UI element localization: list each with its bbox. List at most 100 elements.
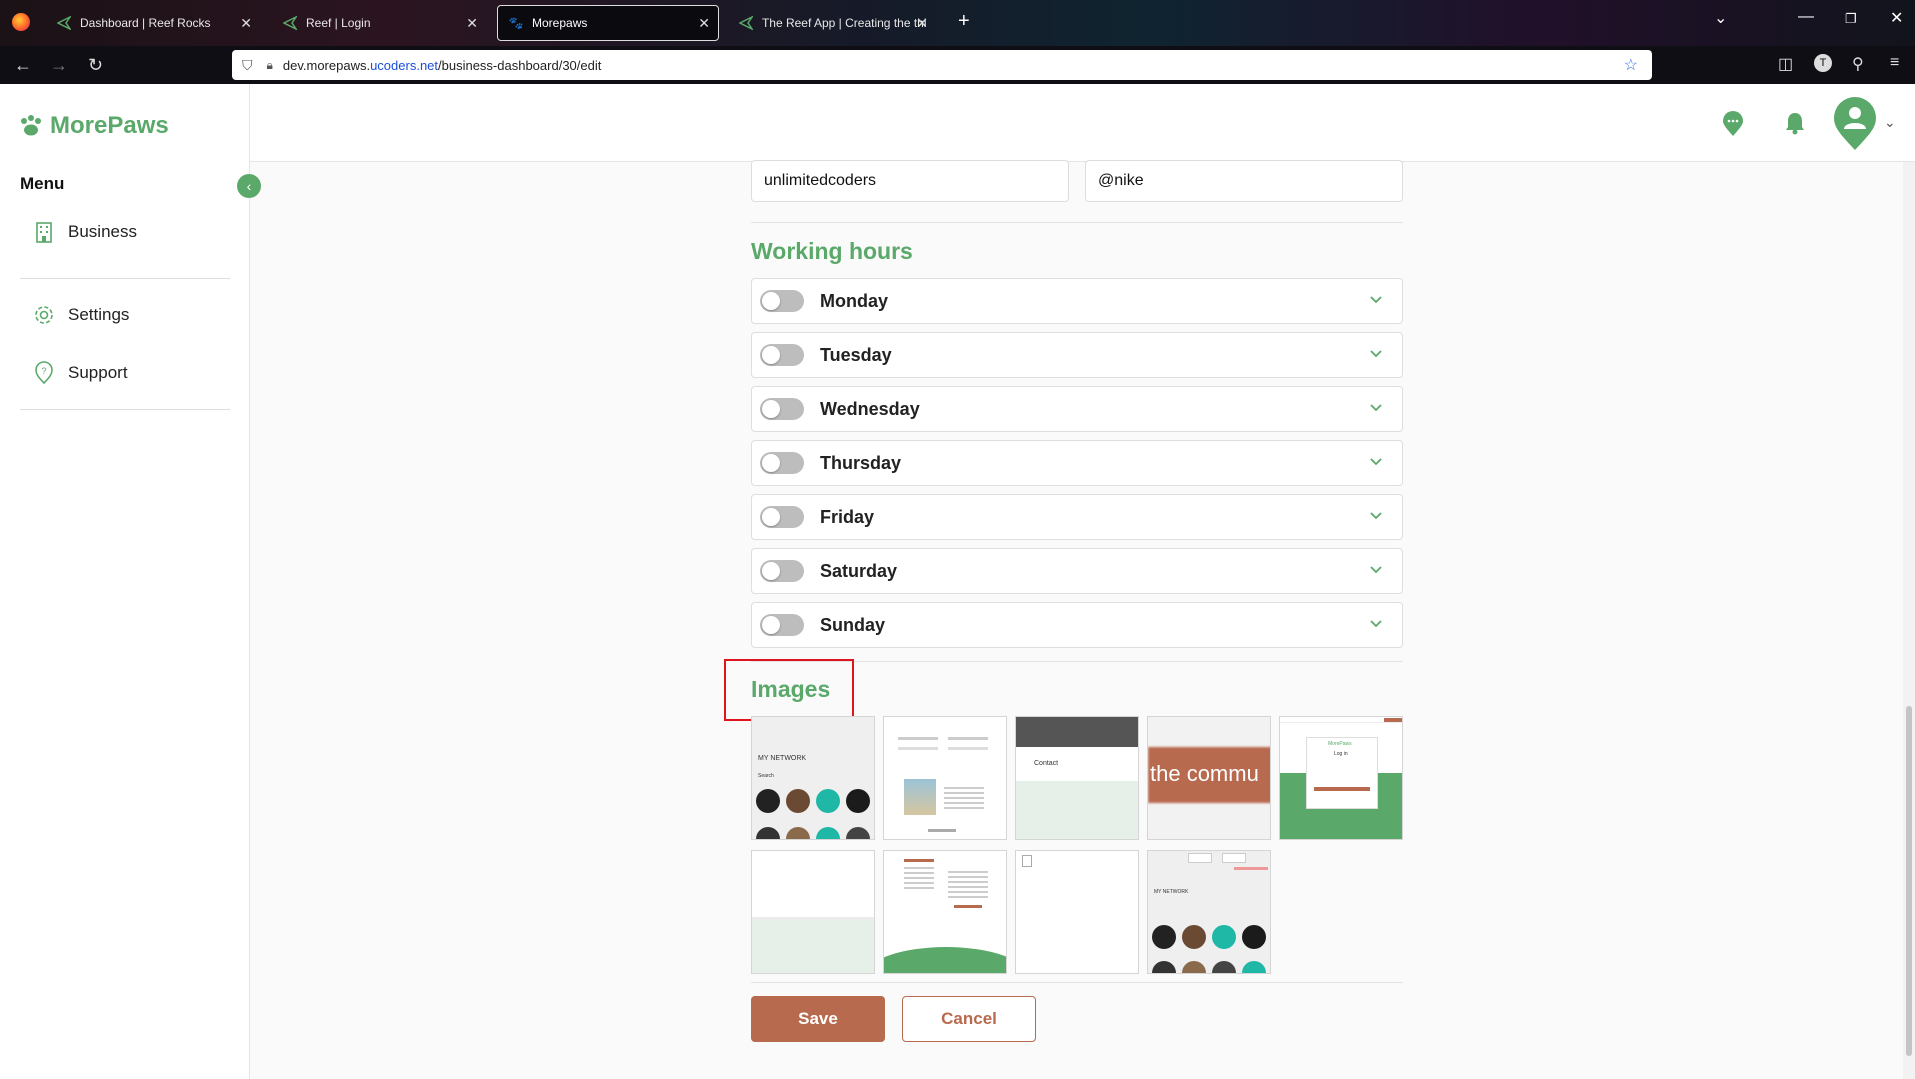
collapse-sidebar-button[interactable]: ‹ xyxy=(237,174,261,198)
morepaws-logo[interactable]: MorePaws xyxy=(18,112,169,140)
chevron-down-icon[interactable] xyxy=(1370,400,1382,412)
close-icon[interactable]: ✕ xyxy=(240,15,252,32)
cancel-button[interactable]: Cancel xyxy=(902,996,1036,1042)
day-toggle[interactable] xyxy=(760,452,804,474)
avatar xyxy=(1152,961,1176,973)
thumb-caption: MY NETWORK xyxy=(758,755,807,762)
new-tab-button[interactable]: + xyxy=(958,10,970,33)
chevron-down-icon[interactable]: ⌄ xyxy=(1884,114,1896,131)
chevron-down-icon[interactable] xyxy=(1370,616,1382,628)
day-row-wednesday[interactable]: Wednesday xyxy=(751,386,1403,432)
reef-icon xyxy=(738,15,754,31)
thumb-caption: MorePaws xyxy=(1328,741,1352,747)
thumb-caption: the commu xyxy=(1150,761,1259,786)
social-handle-field[interactable]: unlimitedcoders xyxy=(751,160,1069,202)
close-icon[interactable]: ✕ xyxy=(916,15,928,32)
user-avatar-icon[interactable] xyxy=(1833,97,1877,156)
menu-title: Menu xyxy=(20,174,65,193)
image-thumbnail[interactable]: Contact xyxy=(1015,716,1139,840)
bell-icon[interactable] xyxy=(1784,111,1806,140)
day-toggle[interactable] xyxy=(760,344,804,366)
bookmark-star-icon[interactable]: ☆ xyxy=(1624,55,1638,75)
working-hours-title: Working hours xyxy=(751,238,913,264)
image-thumbnail[interactable]: the commu xyxy=(1147,716,1271,840)
highlight-box xyxy=(724,659,854,721)
tab-morepaws[interactable]: 🐾 Morepaws ✕ xyxy=(497,5,719,41)
reef-icon xyxy=(282,15,298,31)
day-row-thursday[interactable]: Thursday xyxy=(751,440,1403,486)
close-window-icon[interactable]: ✕ xyxy=(1890,8,1903,28)
location-chat-icon[interactable] xyxy=(1722,111,1744,142)
close-icon[interactable]: ✕ xyxy=(466,15,478,32)
menu-icon[interactable]: ≡ xyxy=(1890,54,1899,72)
sidebar-divider xyxy=(20,278,230,279)
day-row-saturday[interactable]: Saturday xyxy=(751,548,1403,594)
day-toggle[interactable] xyxy=(760,560,804,582)
scrollbar-thumb[interactable] xyxy=(1906,706,1912,1056)
extensions-icon[interactable]: ⚲ xyxy=(1852,54,1864,74)
avatar xyxy=(1242,925,1266,949)
avatar xyxy=(816,827,840,839)
tab-reef-app[interactable]: The Reef App | Creating the thi ✕ xyxy=(728,5,936,41)
avatar xyxy=(786,827,810,839)
section-divider xyxy=(751,222,1403,223)
avatar xyxy=(846,789,870,813)
image-thumbnail[interactable]: MY NETWORK xyxy=(1147,850,1271,974)
forward-icon[interactable]: → xyxy=(50,55,68,76)
account-icon[interactable]: T xyxy=(1814,54,1832,72)
chevron-down-icon[interactable] xyxy=(1370,346,1382,358)
day-label: Saturday xyxy=(820,560,898,581)
avatar xyxy=(846,827,870,839)
avatar xyxy=(1182,961,1206,973)
sidebar-divider xyxy=(20,409,230,410)
avatar xyxy=(1152,925,1176,949)
day-toggle[interactable] xyxy=(760,506,804,528)
day-label: Thursday xyxy=(820,452,902,473)
firefox-icon[interactable] xyxy=(12,13,30,31)
back-icon[interactable]: ← xyxy=(14,55,32,76)
image-thumbnail[interactable]: MorePaws Log in xyxy=(1279,716,1403,840)
sidebar-item-business[interactable]: Business xyxy=(32,220,137,244)
day-row-monday[interactable]: Monday xyxy=(751,278,1403,324)
chevron-down-icon[interactable] xyxy=(1370,454,1382,466)
sidebar-item-support[interactable]: ? Support xyxy=(32,361,128,385)
close-icon[interactable]: ✕ xyxy=(698,15,710,32)
tab-title: The Reef App | Creating the thi xyxy=(761,16,926,30)
image-thumbnail[interactable] xyxy=(751,850,875,974)
broken-image-icon xyxy=(1022,855,1032,867)
reload-icon[interactable]: ↻ xyxy=(88,55,103,76)
tab-reef-login[interactable]: Reef | Login ✕ xyxy=(272,5,486,41)
tab-list-chevron-icon[interactable]: ⌄ xyxy=(1714,8,1727,28)
day-row-friday[interactable]: Friday xyxy=(751,494,1403,540)
save-button[interactable]: Save xyxy=(751,996,885,1042)
social-handle-field[interactable]: @nike xyxy=(1085,160,1403,202)
day-label: Monday xyxy=(820,290,889,311)
day-row-tuesday[interactable]: Tuesday xyxy=(751,332,1403,378)
sidebar-item-settings[interactable]: Settings xyxy=(32,303,129,327)
minimize-icon[interactable]: — xyxy=(1798,8,1814,26)
thumb-caption: MY NETWORK xyxy=(1154,889,1189,895)
day-label: Friday xyxy=(820,506,875,527)
sidebar-item-label: Business xyxy=(68,222,137,241)
url-bar[interactable]: ⛉ 🔒︎ dev.morepaws.ucoders.net/business-d… xyxy=(232,50,1652,80)
chevron-down-icon[interactable] xyxy=(1370,508,1382,520)
shield-icon[interactable]: ⛉ xyxy=(242,57,253,74)
lock-icon[interactable]: 🔒︎ xyxy=(267,58,273,73)
chevron-down-icon[interactable] xyxy=(1370,562,1382,574)
day-row-sunday[interactable]: Sunday xyxy=(751,602,1403,648)
tab-dashboard-reef[interactable]: Dashboard | Reef Rocks ✕ xyxy=(46,5,260,41)
image-thumbnail[interactable]: MY NETWORK Search xyxy=(751,716,875,840)
image-thumbnail[interactable] xyxy=(883,850,1007,974)
image-thumbnail[interactable] xyxy=(883,716,1007,840)
chevron-down-icon[interactable] xyxy=(1370,292,1382,304)
day-toggle[interactable] xyxy=(760,290,804,312)
image-thumbnail[interactable] xyxy=(1015,850,1139,974)
day-toggle[interactable] xyxy=(760,398,804,420)
pocket-icon[interactable]: ◫ xyxy=(1778,54,1793,74)
sidebar-item-label: Settings xyxy=(68,305,130,324)
chevron-left-icon: ‹ xyxy=(246,178,252,194)
restore-icon[interactable]: ❐ xyxy=(1845,11,1857,27)
day-toggle[interactable] xyxy=(760,614,804,636)
thumb-caption: Search xyxy=(758,773,774,779)
avatar xyxy=(1182,925,1206,949)
